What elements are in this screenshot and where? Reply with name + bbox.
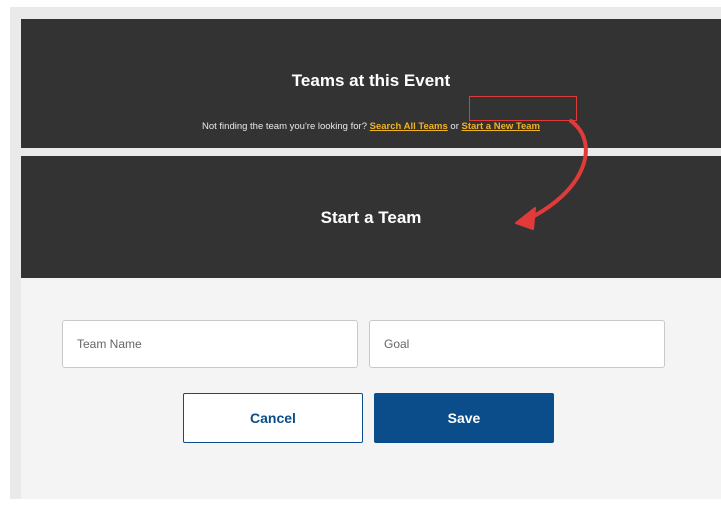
- teams-at-event-panel: Teams at this Event Not finding the team…: [21, 19, 721, 148]
- start-team-header: Start a Team: [21, 156, 721, 278]
- teams-panel-subtitle: Not finding the team you're looking for?…: [21, 121, 721, 132]
- goal-input[interactable]: [369, 320, 665, 368]
- teams-panel-connector: or: [450, 121, 459, 132]
- panel-divider: [21, 148, 721, 156]
- team-name-input[interactable]: [62, 320, 358, 368]
- search-all-teams-link[interactable]: Search All Teams: [370, 121, 448, 132]
- start-team-form: Cancel Save: [21, 278, 721, 499]
- teams-panel-title: Teams at this Event: [291, 71, 451, 90]
- start-new-team-highlight: [469, 96, 577, 121]
- teams-panel-prompt: Not finding the team you're looking for?: [201, 121, 367, 132]
- start-team-title: Start a Team: [320, 208, 422, 227]
- save-button[interactable]: Save: [374, 393, 554, 443]
- cancel-button[interactable]: Cancel: [183, 393, 363, 443]
- start-new-team-link[interactable]: Start a New Team: [462, 121, 541, 132]
